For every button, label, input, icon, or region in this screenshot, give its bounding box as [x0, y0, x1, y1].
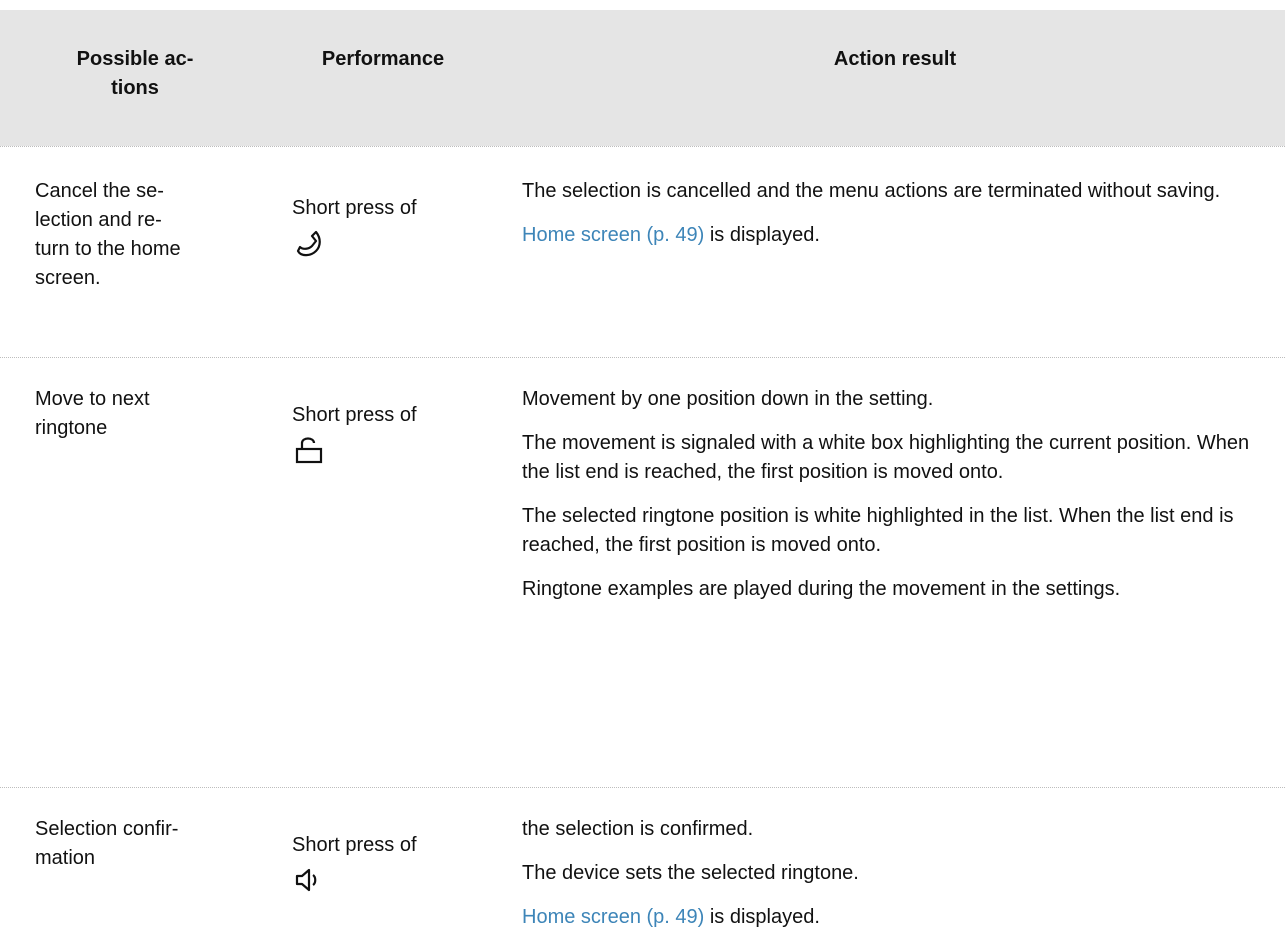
- table-row: Move to next ringtone Short press of Mov…: [0, 358, 1285, 787]
- result-text: Movement by one position down in the set…: [522, 388, 934, 410]
- result-paragraph: The movement is signaled with a white bo…: [522, 429, 1272, 487]
- handset-hangup-icon: [296, 230, 321, 257]
- performance-cell: Short press of: [292, 401, 492, 466]
- performance-text: Short press of: [292, 197, 417, 219]
- action-text: Cancel the se- lection and re- turn to t…: [35, 180, 181, 289]
- header-performance: Performance: [278, 45, 488, 74]
- header-action-result-label: Action result: [833, 48, 957, 70]
- performance-cell: Short press of: [292, 831, 492, 896]
- action-cell: Move to next ringtone: [35, 385, 220, 443]
- result-text: is displayed.: [704, 906, 820, 928]
- result-text: The selection is cancelled and the menu …: [522, 180, 1221, 202]
- header-possible-actions-label: Possible ac- tions: [76, 48, 194, 99]
- result-cell: the selection is confirmed. The device s…: [522, 815, 1272, 947]
- action-text: Move to next ringtone: [35, 388, 150, 439]
- result-paragraph: Movement by one position down in the set…: [522, 385, 1272, 414]
- result-text: The movement is signaled with a white bo…: [522, 432, 1250, 483]
- result-text: the selection is confirmed.: [522, 818, 754, 840]
- performance-cell: Short press of: [292, 194, 492, 259]
- action-cell: Selection confir- mation: [35, 815, 220, 873]
- result-paragraph: The selected ringtone position is white …: [522, 502, 1272, 560]
- result-paragraph: Home screen (p. 49) is displayed.: [522, 903, 1272, 932]
- result-paragraph: Ringtone examples are played during the …: [522, 575, 1272, 604]
- result-paragraph: The device sets the selected ringtone.: [522, 859, 1272, 888]
- result-text: is displayed.: [704, 224, 820, 246]
- action-text: Selection confir- mation: [35, 818, 179, 869]
- home-screen-link[interactable]: Home screen (p. 49): [522, 906, 704, 928]
- result-text: The selected ringtone position is white …: [522, 505, 1234, 556]
- result-text: The device sets the selected ringtone.: [522, 862, 859, 884]
- performance-text: Short press of: [292, 834, 417, 856]
- result-text: Ringtone examples are played during the …: [522, 578, 1121, 600]
- table-row: Cancel the se- lection and re- turn to t…: [0, 147, 1285, 357]
- result-cell: Movement by one position down in the set…: [522, 385, 1272, 619]
- header-action-result: Action result: [505, 45, 1285, 74]
- header-possible-actions: Possible ac- tions: [40, 45, 230, 103]
- result-paragraph: the selection is confirmed.: [522, 815, 1272, 844]
- home-screen-link[interactable]: Home screen (p. 49): [522, 224, 704, 246]
- performance-text: Short press of: [292, 404, 417, 426]
- table-row: Selection confir- mation Short press of …: [0, 788, 1285, 951]
- header-performance-label: Performance: [321, 48, 445, 70]
- lock-icon: [295, 437, 323, 464]
- result-paragraph: Home screen (p. 49) is displayed.: [522, 221, 1272, 250]
- table-header: Possible ac- tions Performance Action re…: [0, 10, 1285, 146]
- actions-table: Possible ac- tions Performance Action re…: [0, 10, 1285, 951]
- action-cell: Cancel the se- lection and re- turn to t…: [35, 177, 220, 293]
- result-cell: The selection is cancelled and the menu …: [522, 177, 1272, 265]
- result-paragraph: The selection is cancelled and the menu …: [522, 177, 1272, 206]
- speaker-icon: [295, 868, 317, 892]
